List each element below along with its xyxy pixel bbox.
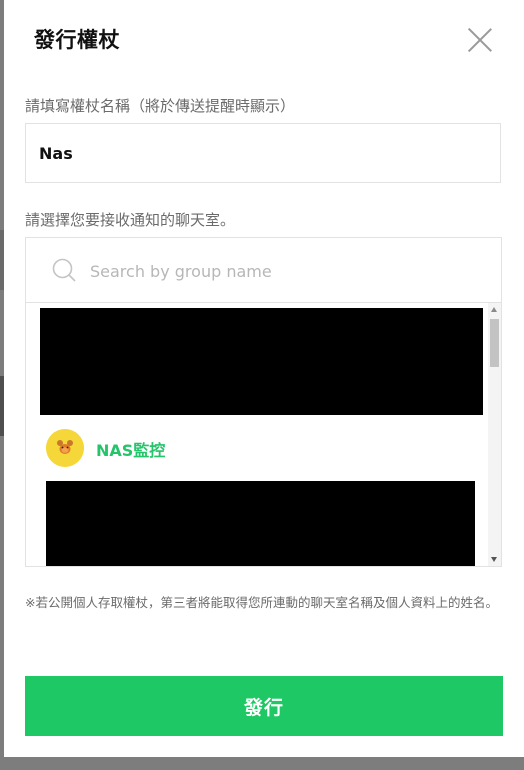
chat-select-label: 請選擇您要接收通知的聊天室。 — [25, 211, 236, 229]
issue-token-dialog: 發行權杖 請填寫權杖名稱（將於傳送提醒時顯示） 請選擇您要接收通知的聊天室。 — [4, 0, 524, 757]
search-icon — [52, 258, 76, 282]
token-name-input[interactable] — [25, 123, 501, 183]
group-search-input[interactable] — [88, 254, 472, 288]
chat-item-nas[interactable]: NAS監控 — [46, 429, 466, 467]
chat-item-label: NAS監控 — [96, 441, 166, 460]
issue-button[interactable]: 發行 — [25, 676, 503, 736]
chat-selector: NAS監控 — [25, 237, 502, 567]
scroll-down-arrow-icon[interactable] — [491, 557, 497, 562]
privacy-notice: ※若公開個人存取權杖，第三者將能取得您所連動的聊天室名稱及個人資料上的姓名。 — [25, 595, 498, 610]
brown-bear-avatar-icon — [46, 429, 84, 467]
close-icon[interactable] — [466, 26, 494, 54]
dialog-title: 發行權杖 — [34, 28, 120, 52]
token-name-label: 請填寫權杖名稱（將於傳送提醒時顯示） — [25, 97, 296, 115]
scroll-up-arrow-icon[interactable] — [491, 307, 497, 312]
search-row — [26, 238, 501, 303]
scroll-thumb[interactable] — [490, 319, 499, 367]
chat-list-scrollbar[interactable] — [488, 303, 501, 566]
chat-list: NAS監控 — [26, 303, 501, 566]
redacted-chat-item[interactable] — [46, 481, 475, 566]
redacted-chat-item[interactable] — [40, 308, 483, 415]
